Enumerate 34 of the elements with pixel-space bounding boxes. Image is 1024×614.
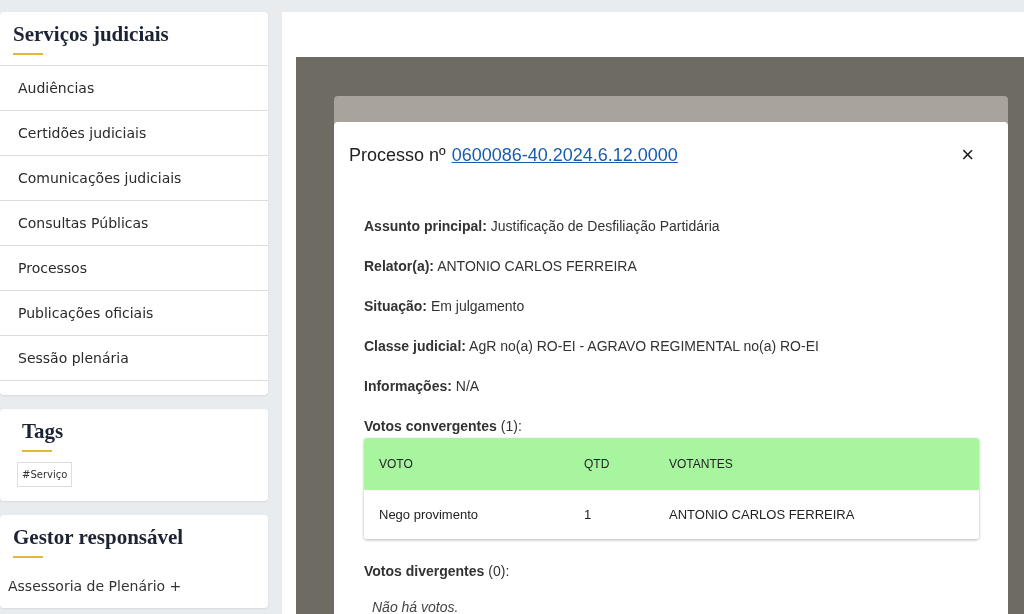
title-accent	[13, 53, 43, 55]
convergent-votes-count: (1):	[500, 418, 522, 436]
tag[interactable]: #Serviço	[17, 462, 73, 487]
divergent-votes-title: Votos divergentes	[364, 563, 485, 581]
table-cell-text: ANTONIO CARLOS FERREIRA	[669, 507, 856, 522]
sidebar-item[interactable]: Certidões judiciais	[0, 110, 268, 155]
empty-message: Não há votos.	[371, 598, 460, 614]
card-title: Serviços judiciais	[12, 21, 170, 47]
process-link[interactable]: 0600086-40.2024.6.12.0000	[451, 144, 678, 166]
info-field: Situação: Em julgamento	[364, 298, 978, 338]
title-accent	[22, 450, 52, 452]
info-field: Informações: N/A	[364, 378, 978, 418]
title-accent	[13, 556, 43, 558]
sidebar-item[interactable]: Comunicações judiciais	[0, 155, 268, 200]
card-title: Gestor responsável	[12, 524, 185, 550]
convergent-votes-title: Votos convergentes	[364, 418, 497, 436]
sidebar-item[interactable]: Sessão plenária	[0, 335, 268, 381]
table-cell-text: 1	[584, 507, 593, 522]
info-field: Classe judicial: AgR no(a) RO-EI - AGRAVO REGIMENTAL no(a) RO-EI	[364, 338, 978, 378]
info-field: Assunto principal: Justificação de Desfiliação Partidária	[364, 218, 978, 258]
close-button[interactable]: ×	[957, 142, 978, 168]
sidebar-item[interactable]: Audiências	[0, 65, 268, 110]
info-field: Relator(a): ANTONIO CARLOS FERREIRA	[364, 258, 978, 298]
card-title: Tags	[21, 418, 65, 444]
manager-name: Assessoria de Plenário +	[7, 577, 183, 594]
sidebar-item[interactable]: Publicações oficiais	[0, 290, 268, 335]
column-header: QTD	[584, 457, 611, 471]
sidebar-item[interactable]: Consultas Públicas	[0, 200, 268, 245]
column-header: VOTANTES	[669, 457, 734, 471]
sidebar-item[interactable]: Processos	[0, 245, 268, 290]
column-header: VOTO	[379, 457, 414, 471]
divergent-votes-count: (0):	[488, 563, 510, 581]
table-cell-text: Nego provimento	[379, 507, 479, 522]
modal-title: Processo nº	[349, 144, 446, 166]
